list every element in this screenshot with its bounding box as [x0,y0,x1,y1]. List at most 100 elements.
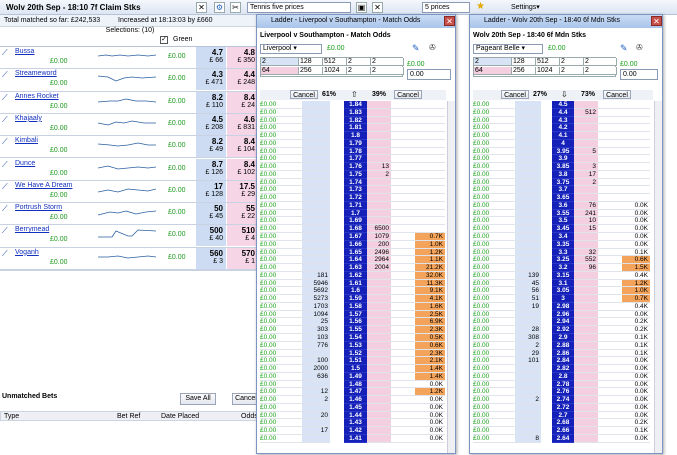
price-cell[interactable]: 3.25 [552,256,574,265]
back-cell[interactable] [302,380,330,389]
price-cell[interactable]: 3.35 [552,240,574,249]
price-cell[interactable]: 1.83 [344,108,367,117]
best-lay-cell[interactable]: 570 £ 1 [227,247,258,269]
cancel-back-button[interactable]: Cancel [290,90,318,99]
lay-cell[interactable]: 241 [574,209,598,218]
lay-cell[interactable]: 2964 [367,256,391,265]
lay-cell[interactable] [367,194,391,202]
best-back-cell[interactable]: 8.2 £ 110 [196,91,226,113]
lay-cell[interactable]: 200 [367,240,391,249]
pin-icon[interactable]: ✎ [412,43,422,53]
stake-preset-cell[interactable]: 2 [584,67,617,75]
price-cell[interactable]: 1.72 [344,194,367,202]
lay-cell[interactable] [574,349,598,358]
price-cell[interactable]: 2.96 [552,310,574,319]
lay-cell[interactable] [367,116,391,125]
lay-cell[interactable] [574,388,598,397]
lay-cell[interactable]: 32 [574,248,598,257]
back-cell[interactable] [515,380,541,389]
lay-cell[interactable] [367,155,391,164]
price-cell[interactable]: 1.54 [344,333,367,342]
best-lay-cell[interactable]: 4.8 £ 350 [227,47,258,68]
price-cell[interactable]: 1.64 [344,256,367,265]
lay-cell[interactable] [367,419,391,428]
delete-icon[interactable]: ✕ [372,2,383,13]
price-cell[interactable]: 2.94 [552,318,574,327]
selection-dropdown[interactable]: Pageant Belle ▾ [473,44,543,54]
chart-icon[interactable]: ⟋ [2,249,11,258]
price-cell[interactable]: 3 [552,295,574,303]
price-cell[interactable]: 4.1 [552,132,574,140]
lay-cell[interactable] [574,295,598,303]
price-cell[interactable]: 1.76 [344,163,367,171]
best-back-cell[interactable]: 17 £ 128 [196,180,226,202]
back-cell[interactable]: 12 [302,388,330,397]
back-cell[interactable]: 139 [515,271,541,280]
price-cell[interactable]: 3.5 [552,217,574,226]
stake-input[interactable]: 0.00 [407,69,451,80]
lay-cell[interactable] [367,132,391,140]
lay-cell[interactable]: 13 [367,163,391,171]
lay-cell[interactable] [574,326,598,334]
back-cell[interactable] [302,116,330,125]
price-cell[interactable]: 1.51 [344,357,367,366]
price-cell[interactable]: 2.86 [552,349,574,358]
lay-cell[interactable] [574,124,598,133]
price-cell[interactable]: 1.47 [344,388,367,397]
lay-cell[interactable]: 15 [574,225,598,234]
back-cell[interactable] [302,163,330,171]
price-cell[interactable]: 3.45 [552,225,574,234]
lay-cell[interactable]: 96 [574,264,598,272]
runner-name[interactable]: Bussa [15,48,34,55]
lay-cell[interactable] [367,147,391,156]
back-cell[interactable]: 29 [515,349,541,358]
back-cell[interactable] [515,116,541,125]
lay-cell[interactable] [367,186,391,195]
lay-cell[interactable]: 552 [574,256,598,265]
price-cell[interactable]: 4 [552,139,574,148]
price-cell[interactable]: 1.63 [344,264,367,272]
back-cell[interactable]: 100 [302,357,330,366]
runner-row[interactable]: ⟋ We Have A Dream £0.00 £0.00 17 £ 128 17.5 £ 2… [0,180,258,204]
back-cell[interactable]: 19 [515,302,541,311]
back-cell[interactable] [302,147,330,156]
lay-cell[interactable] [367,209,391,218]
runner-row[interactable]: ⟋ Voganh £0.00 £0.00 560 £ 3 570 £ 1 [0,247,258,270]
cancel-lay-button[interactable]: Cancel [603,90,631,99]
back-cell[interactable] [515,139,541,148]
lay-cell[interactable] [367,333,391,342]
price-cell[interactable]: 1.5 [344,365,367,373]
lay-cell[interactable] [367,124,391,133]
back-cell[interactable] [302,194,330,202]
runner-name[interactable]: Streameword [15,70,57,77]
chart-icon[interactable]: ⟋ [2,71,11,79]
price-cell[interactable]: 1.61 [344,279,367,288]
lay-cell[interactable] [367,101,391,109]
back-cell[interactable]: 103 [302,333,330,342]
close-market-icon[interactable]: ✕ [196,2,207,13]
back-cell[interactable] [515,264,541,272]
price-cell[interactable]: 1.75 [344,170,367,179]
stake-preset-cell[interactable]: 2 [371,58,404,66]
stake-preset-cell[interactable]: 256 [512,67,536,75]
lay-cell[interactable] [367,108,391,117]
lay-cell[interactable] [367,271,391,280]
best-back-cell[interactable]: 8.2 £ 49 [196,136,226,158]
col-bet-ref[interactable]: Bet Ref [117,413,140,420]
price-cell[interactable]: 1.58 [344,302,367,311]
stake-preset-cell[interactable]: 512 [323,58,347,66]
back-cell[interactable]: 17 [302,427,330,435]
runner-name[interactable]: Berrymead [15,226,49,233]
back-cell[interactable]: 2 [515,341,541,350]
back-cell[interactable]: 101 [515,357,541,366]
back-cell[interactable] [302,225,330,234]
lay-cell[interactable] [367,349,391,358]
best-lay-cell[interactable]: 510 £ 4 [227,225,258,247]
best-lay-cell[interactable]: 8.4 £ 102 [227,158,258,180]
back-cell[interactable]: 2 [515,396,541,404]
back-cell[interactable]: 303 [302,326,330,334]
runner-name[interactable]: We Have A Dream [15,182,72,189]
back-cell[interactable] [302,170,330,179]
col-date-placed[interactable]: Date Placed [161,413,199,420]
price-cell[interactable]: 1.57 [344,310,367,319]
